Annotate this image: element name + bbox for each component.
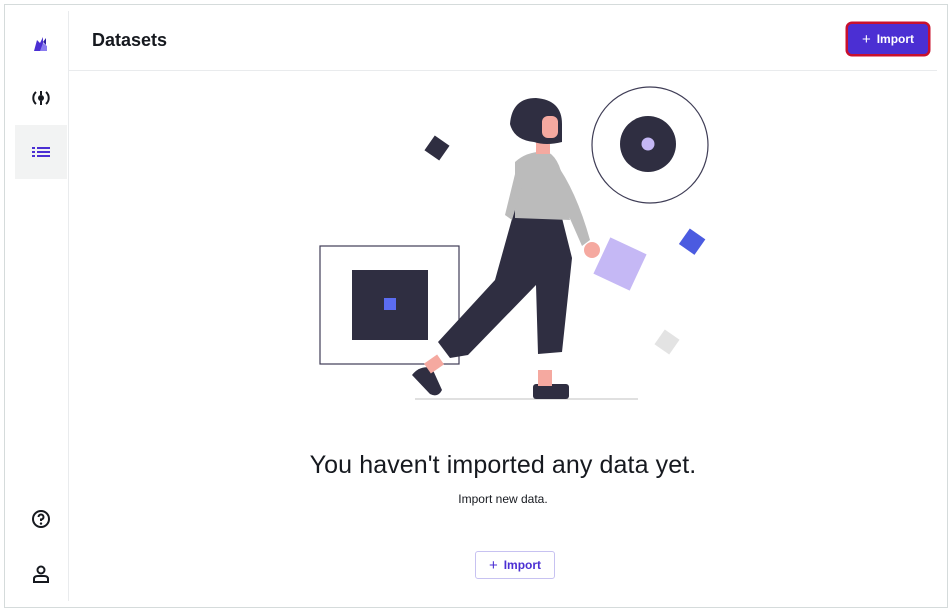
sidebar-item-account[interactable] <box>15 547 67 601</box>
list-icon <box>32 147 50 157</box>
page-title: Datasets <box>92 30 168 50</box>
import-button[interactable]: + Import <box>848 24 928 54</box>
app-logo[interactable] <box>15 17 67 71</box>
import-button-label: Import <box>876 32 915 46</box>
empty-state-import-label: Import <box>503 558 542 572</box>
empty-state-import-button[interactable]: + Import <box>475 551 555 579</box>
page-header: Datasets + Import <box>69 11 937 71</box>
model-icon <box>32 91 50 105</box>
app-logo-icon <box>34 37 47 51</box>
help-icon <box>32 510 50 528</box>
empty-state-title: You haven't imported any data yet. <box>309 451 697 479</box>
empty-state-subtitle: Import new data. <box>458 492 548 506</box>
user-icon <box>33 565 49 583</box>
sidebar-item-datasets[interactable] <box>15 125 67 179</box>
plus-icon: + <box>861 30 871 48</box>
sidebar-item-models[interactable] <box>15 71 67 125</box>
sidebar <box>11 11 69 601</box>
plus-icon: + <box>488 556 498 574</box>
empty-state-illustration <box>319 86 709 400</box>
sidebar-item-help[interactable] <box>15 492 67 546</box>
